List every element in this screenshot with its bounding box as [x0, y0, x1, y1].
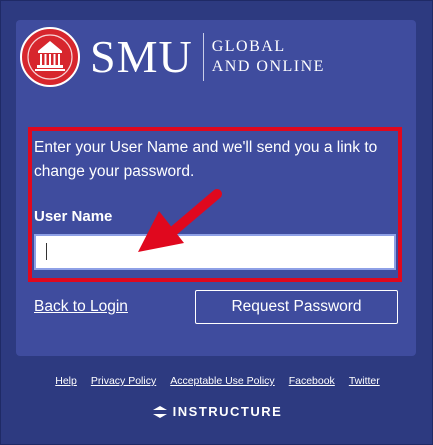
tagline-line-1: Global — [211, 38, 286, 55]
request-password-button[interactable]: Request Password — [195, 290, 398, 324]
footer-link-help[interactable]: Help — [55, 375, 77, 387]
footer-link-privacy-policy[interactable]: Privacy Policy — [91, 375, 156, 387]
footer-link-facebook[interactable]: Facebook — [289, 375, 335, 387]
smu-seal-icon — [20, 27, 80, 87]
footer-link-twitter[interactable]: Twitter — [349, 375, 380, 387]
tagline-line-2: and Online — [211, 58, 325, 75]
smu-logo: SMU Global and Online — [20, 24, 325, 90]
instructions-text: Enter your User Name and we'll send you … — [34, 139, 378, 180]
brand-tagline: Global and Online — [212, 37, 325, 77]
instructure-wordmark: INSTRUCTURE — [172, 404, 283, 419]
text-caret — [46, 243, 47, 260]
instructure-icon — [152, 405, 167, 418]
footer-links: Help Privacy Policy Acceptable Use Polic… — [1, 375, 433, 387]
instructure-logo[interactable]: INSTRUCTURE — [1, 404, 433, 419]
username-input[interactable] — [34, 234, 396, 270]
back-to-login-link[interactable]: Back to Login — [34, 298, 128, 316]
login-page: SMU Global and Online Enter your User Na… — [0, 0, 433, 445]
brand-name: SMU — [90, 31, 193, 82]
logo-divider — [202, 33, 204, 81]
username-label: User Name — [34, 208, 113, 225]
footer-link-acceptable-use-policy[interactable]: Acceptable Use Policy — [170, 375, 274, 387]
